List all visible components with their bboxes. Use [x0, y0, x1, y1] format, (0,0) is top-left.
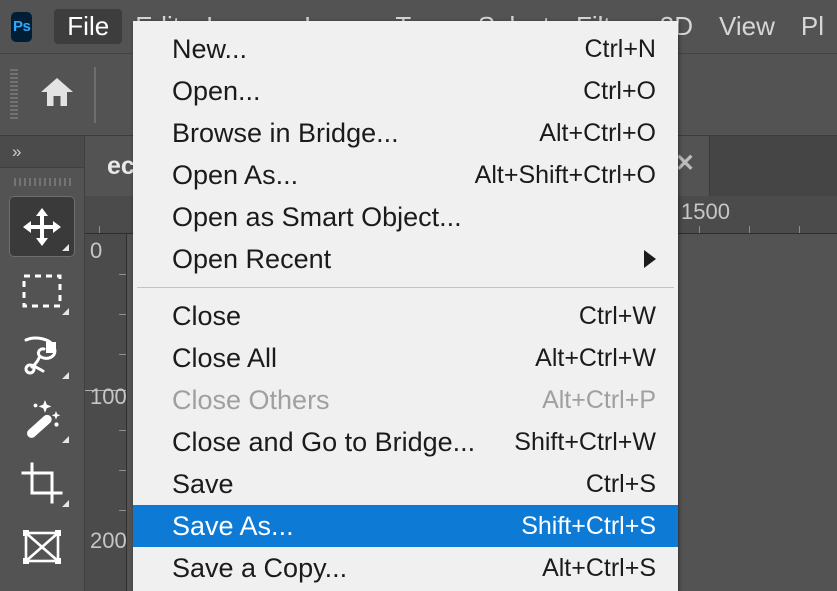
move-tool[interactable]	[9, 196, 75, 257]
menu-option-open-label: Open...	[172, 76, 261, 107]
menu-option-save-as-shortcut: Shift+Ctrl+S	[521, 512, 656, 541]
menu-item-file-label: File	[67, 11, 109, 41]
menu-option-save-a-copy-shortcut: Alt+Ctrl+S	[542, 554, 656, 583]
magic-wand-icon	[21, 398, 63, 440]
menu-option-open-recent[interactable]: Open Recent	[133, 238, 678, 280]
tools-panel: »	[0, 136, 85, 591]
marquee-icon	[21, 273, 63, 309]
eyedropper-tool[interactable]	[9, 580, 75, 591]
menu-option-open-as-label: Open As...	[172, 160, 298, 191]
menu-option-close-label: Close	[172, 301, 241, 332]
menu-option-close-shortcut: Ctrl+W	[579, 302, 656, 331]
move-icon	[21, 206, 63, 248]
options-bar-grip[interactable]	[10, 69, 18, 121]
ruler-label-200: 200	[90, 530, 108, 552]
crop-tool[interactable]	[9, 452, 75, 513]
menu-option-close[interactable]: Close Ctrl+W	[133, 295, 678, 337]
photoshop-window: Ps File Edit Image Layer Type Select Fil…	[0, 0, 837, 591]
menu-item-view-label: View	[719, 11, 775, 41]
menu-separator	[137, 287, 674, 288]
document-tab-label: ec	[107, 152, 135, 181]
crop-icon	[21, 462, 63, 504]
menu-option-close-and-go-to-bridge-label: Close and Go to Bridge...	[172, 427, 475, 458]
menu-option-browse-in-bridge[interactable]: Browse in Bridge... Alt+Ctrl+O	[133, 112, 678, 154]
ruler-label-100: 100	[90, 386, 108, 408]
menu-option-save-label: Save	[172, 469, 234, 500]
menu-option-open-as[interactable]: Open As... Alt+Shift+Ctrl+O	[133, 154, 678, 196]
photoshop-logo-icon: Ps	[11, 12, 32, 42]
menu-item-view[interactable]: View	[706, 9, 788, 44]
marquee-tool[interactable]	[9, 260, 75, 321]
menu-option-open-shortcut: Ctrl+O	[583, 77, 656, 106]
options-bar-separator	[94, 67, 96, 123]
menu-option-close-all-label: Close All	[172, 343, 277, 374]
menu-option-close-and-go-to-bridge[interactable]: Close and Go to Bridge... Shift+Ctrl+W	[133, 421, 678, 463]
menu-option-close-all-shortcut: Alt+Ctrl+W	[535, 344, 656, 373]
menu-option-close-others-shortcut: Alt+Ctrl+P	[542, 386, 656, 415]
menu-option-save[interactable]: Save Ctrl+S	[133, 463, 678, 505]
menu-option-open-as-shortcut: Alt+Shift+Ctrl+O	[475, 161, 656, 190]
menu-option-save-shortcut: Ctrl+S	[586, 470, 656, 499]
ruler-label-1500: 1500	[681, 199, 730, 225]
frame-icon	[21, 529, 63, 565]
menu-option-save-a-copy-label: Save a Copy...	[172, 553, 347, 584]
tool-flyout-indicator	[62, 372, 69, 379]
logo-text: Ps	[13, 18, 30, 35]
menu-item-plugins-label: Pl	[801, 11, 824, 41]
menu-option-save-as-label: Save As...	[172, 511, 294, 542]
menu-item-file[interactable]: File	[54, 9, 122, 44]
menu-option-save-a-copy[interactable]: Save a Copy... Alt+Ctrl+S	[133, 547, 678, 589]
tool-flyout-indicator	[62, 244, 69, 251]
menu-item-plugins[interactable]: Pl	[788, 9, 837, 44]
chevron-double-right-icon: »	[12, 142, 20, 162]
menu-option-open-as-smart-object[interactable]: Open as Smart Object...	[133, 196, 678, 238]
tool-flyout-indicator	[62, 436, 69, 443]
lasso-icon	[20, 334, 64, 376]
home-icon	[39, 75, 75, 114]
file-dropdown-menu: New... Ctrl+N Open... Ctrl+O Browse in B…	[133, 21, 678, 591]
menu-option-new-label: New...	[172, 34, 247, 65]
frame-tool[interactable]	[9, 516, 75, 577]
lasso-tool[interactable]	[9, 324, 75, 385]
tool-flyout-indicator	[62, 308, 69, 315]
menu-option-save-as[interactable]: Save As... Shift+Ctrl+S	[133, 505, 678, 547]
submenu-arrow-icon	[644, 250, 656, 268]
menu-option-new[interactable]: New... Ctrl+N	[133, 28, 678, 70]
menu-option-close-others: Close Others Alt+Ctrl+P	[133, 379, 678, 421]
tools-collapse-button[interactable]: »	[0, 136, 84, 168]
vertical-ruler[interactable]: 0 100 200	[85, 234, 127, 591]
home-button[interactable]	[28, 66, 86, 124]
menu-option-open-as-smart-object-label: Open as Smart Object...	[172, 202, 462, 233]
tool-flyout-indicator	[62, 500, 69, 507]
menu-option-close-and-go-to-bridge-shortcut: Shift+Ctrl+W	[514, 428, 656, 457]
menu-option-open[interactable]: Open... Ctrl+O	[133, 70, 678, 112]
menu-option-browse-in-bridge-label: Browse in Bridge...	[172, 118, 399, 149]
menu-option-open-recent-label: Open Recent	[172, 244, 331, 275]
menu-option-browse-in-bridge-shortcut: Alt+Ctrl+O	[539, 119, 656, 148]
ruler-label-0: 0	[90, 240, 108, 262]
tools-panel-grip[interactable]	[0, 168, 84, 196]
menu-option-close-all[interactable]: Close All Alt+Ctrl+W	[133, 337, 678, 379]
menu-option-new-shortcut: Ctrl+N	[584, 35, 656, 64]
menu-option-close-others-label: Close Others	[172, 385, 330, 416]
magic-wand-tool[interactable]	[9, 388, 75, 449]
